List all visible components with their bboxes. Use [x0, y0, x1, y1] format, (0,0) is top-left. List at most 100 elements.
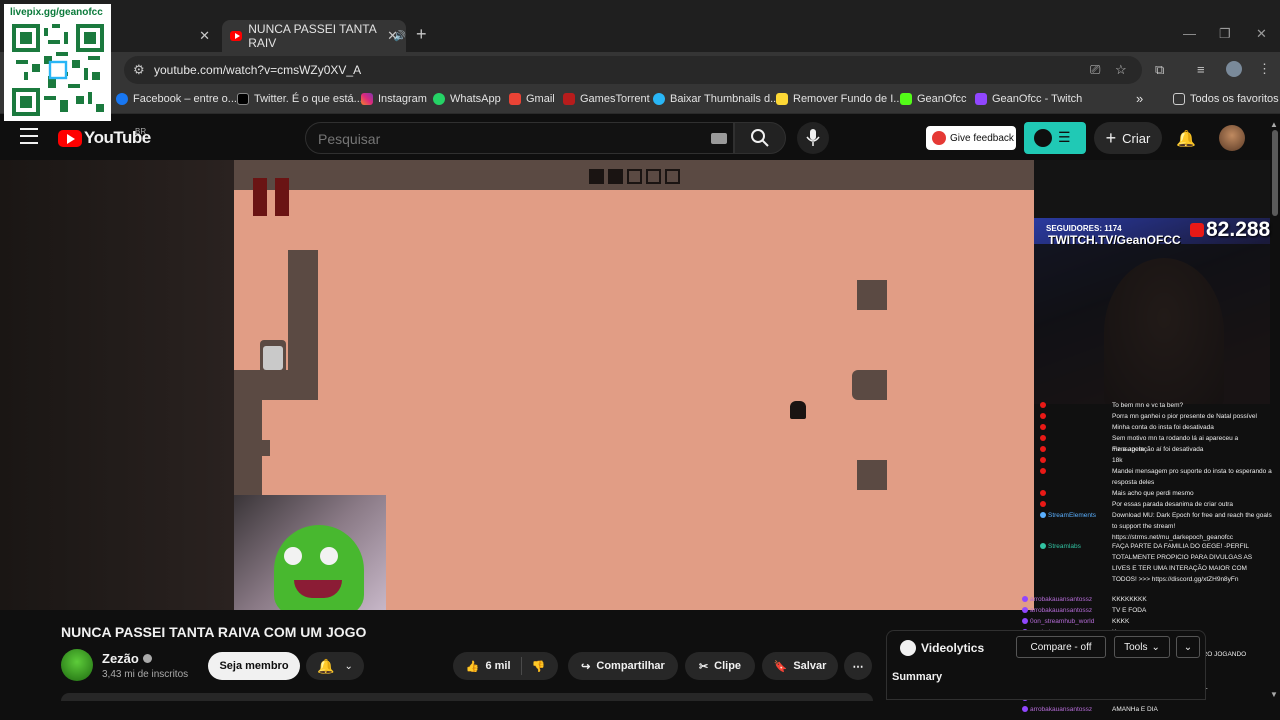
checkpoint-block: [263, 346, 283, 370]
active-tab[interactable]: NUNCA PASSEI TANTA RAIV 🔊 ✕: [222, 20, 406, 52]
inactive-tab[interactable]: ✕: [112, 20, 218, 52]
more-dots-icon: ⋯: [852, 660, 864, 673]
chat-badge-icon: [1022, 618, 1028, 624]
search-icon: [751, 129, 769, 147]
chat-text: Download MU: Dark Epoch for free and rea…: [1112, 512, 1272, 541]
pause-icon: [253, 178, 291, 218]
kick-icon: [900, 93, 912, 105]
thumbs-up-icon[interactable]: 👍: [466, 660, 480, 673]
floating-block: [857, 460, 887, 490]
minimize-icon[interactable]: —: [1183, 26, 1196, 41]
bookmark-instagram[interactable]: Instagram: [361, 93, 427, 105]
summary-tab[interactable]: Summary: [892, 671, 942, 683]
followers-count: SEGUIDORES: 1174: [1046, 224, 1122, 233]
videolytics-toggle-button[interactable]: ☰: [1024, 122, 1086, 154]
player-character: [790, 401, 806, 419]
like-dislike-button[interactable]: 👍 6 mil 👎: [453, 652, 558, 680]
site-info-icon[interactable]: ⚙: [133, 62, 145, 78]
tools-dropdown[interactable]: Tools ⌄: [1114, 636, 1170, 658]
chat-badge-icon: [1040, 490, 1046, 496]
omnibox[interactable]: ⚙ youtube.com/watch?v=cmsWZy0XV_A ⎚ ☆: [124, 56, 1142, 84]
live-icon: [1190, 223, 1204, 237]
description-box[interactable]: [61, 693, 873, 701]
bookmark-remover-fundo[interactable]: Remover Fundo de I...: [776, 93, 902, 105]
chat-username: [1048, 455, 1112, 466]
keyboard-icon[interactable]: [711, 133, 727, 144]
media-icon[interactable]: ≡: [1197, 62, 1205, 77]
chat-message: Por essas parada desanima de criar outra: [1040, 499, 1272, 510]
wall-block: [262, 440, 270, 456]
chat-message: arrobakauansantossz TV E FODA: [1022, 605, 1254, 616]
chat-badge-icon: [1040, 424, 1046, 430]
restore-icon[interactable]: ❐: [1219, 26, 1231, 42]
search-box[interactable]: [305, 122, 734, 154]
compare-toggle[interactable]: Compare - off: [1016, 636, 1106, 658]
voice-search-button[interactable]: [797, 122, 829, 154]
close-tab-icon[interactable]: ✕: [387, 28, 398, 44]
chat-badge-icon: [1040, 457, 1046, 463]
microphone-icon: [806, 129, 820, 146]
new-tab-button[interactable]: +: [416, 24, 427, 45]
profile-icon[interactable]: [1226, 61, 1242, 77]
share-button[interactable]: ↪ Compartilhar: [568, 652, 678, 680]
page-scrollbar-thumb[interactable]: [1272, 130, 1278, 216]
bookmark-facebook[interactable]: Facebook – entre o...: [116, 93, 237, 105]
bookmark-whatsapp[interactable]: WhatsApp: [433, 93, 501, 105]
livepix-qr-overlay: livepix.gg/geanofcc: [4, 4, 111, 121]
search-button[interactable]: [734, 122, 786, 154]
chat-username: [1048, 499, 1112, 510]
bookmark-thumbnails[interactable]: Baixar Thumbnails d...: [653, 93, 779, 105]
create-button[interactable]: + Criar: [1094, 122, 1162, 154]
bookmark-star-icon[interactable]: ☆: [1115, 62, 1127, 78]
chat-username: [1048, 466, 1112, 488]
bell-icon: 🔔: [317, 657, 335, 674]
chat-message: To bem mn e vc ta bem?: [1040, 400, 1272, 411]
bookmark-gamestorrent[interactable]: GamesTorrent: [563, 93, 650, 105]
scroll-up-arrow-icon[interactable]: ▲: [1270, 120, 1278, 129]
videolytics-expand-button[interactable]: ⌄: [1176, 636, 1200, 658]
bookmark-geanofcc[interactable]: GeanOfcc: [900, 93, 967, 105]
health-block-empty: [646, 169, 661, 184]
wall-block: [234, 400, 262, 495]
chat-text: Por essas parada desanima de criar outra: [1112, 501, 1234, 508]
share-icon: ↪: [581, 660, 591, 673]
clip-button[interactable]: ✂ Clipe: [685, 652, 755, 680]
floating-block: [852, 370, 887, 400]
all-favorites[interactable]: Todos os favoritos: [1173, 93, 1279, 105]
thumbs-down-icon[interactable]: 👎: [532, 660, 546, 673]
chat-username: StreamElements: [1048, 512, 1097, 519]
chrome-menu-icon[interactable]: ⋮: [1258, 61, 1271, 77]
chat-message: Mandei mensagem pro suporte do insta to …: [1040, 466, 1272, 488]
more-bookmarks-icon[interactable]: »: [1136, 91, 1143, 106]
chat-username: [1048, 411, 1112, 422]
url-text[interactable]: youtube.com/watch?v=cmsWZy0XV_A: [154, 63, 361, 77]
hamburger-menu-icon[interactable]: [20, 128, 38, 144]
channel-name[interactable]: Zezão: [102, 651, 152, 666]
notifications-bell-icon[interactable]: 🔔: [1176, 129, 1196, 149]
videolytics-logo-icon: [1034, 129, 1052, 147]
health-block-full: [589, 169, 604, 184]
kermit-webcam: [234, 495, 386, 610]
chat-text: Mandei mensagem pro suporte do insta to …: [1112, 468, 1272, 486]
channel-avatar[interactable]: [61, 649, 93, 681]
bookmark-geanofcc-twitch[interactable]: GeanOfcc - Twitch: [975, 93, 1082, 105]
bookmark-gmail[interactable]: Gmail: [509, 93, 555, 105]
give-feedback-button[interactable]: Give feedback: [926, 126, 1016, 150]
close-tab-icon[interactable]: ✕: [199, 28, 210, 44]
scroll-down-arrow-icon[interactable]: ▼: [1270, 690, 1278, 699]
bookmarks-bar: Facebook – entre o... Twitter. É o que e…: [0, 86, 1280, 114]
twitch-icon: [975, 93, 987, 105]
chat-badge-icon: [1022, 596, 1028, 602]
close-window-icon[interactable]: ✕: [1256, 26, 1267, 42]
search-input[interactable]: [318, 131, 678, 147]
user-avatar[interactable]: [1219, 125, 1245, 151]
bookmark-icon: 🔖: [773, 660, 788, 673]
folder-icon: [1173, 93, 1185, 105]
extensions-icon[interactable]: ⧉: [1155, 62, 1164, 78]
subscription-bell-button[interactable]: 🔔 ⌄: [306, 652, 364, 680]
save-button[interactable]: 🔖 Salvar: [762, 652, 838, 680]
join-member-button[interactable]: Seja membro: [208, 652, 300, 680]
install-icon[interactable]: ⎚: [1090, 62, 1100, 78]
bookmark-twitter[interactable]: Twitter. É o que está...: [237, 93, 363, 105]
more-actions-button[interactable]: ⋯: [844, 652, 872, 680]
